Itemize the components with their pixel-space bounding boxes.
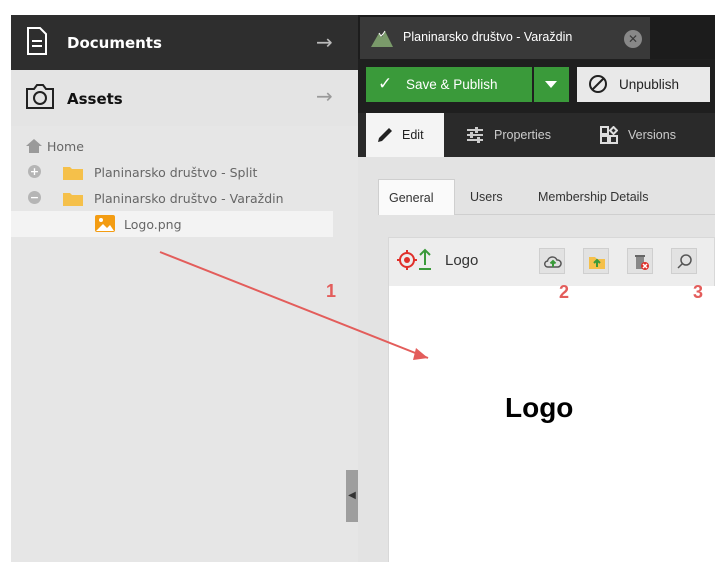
tree-item-logo[interactable]: Logo.png [11, 211, 333, 237]
pencil-icon [378, 128, 392, 142]
left-panel: Documents → Assets → Home + Planinarsko … [11, 15, 358, 562]
upload-folder-button[interactable] [583, 248, 609, 274]
tab-versions[interactable]: Versions [588, 113, 715, 157]
field-title: Logo [445, 252, 479, 269]
forbidden-icon [589, 75, 607, 93]
annotation-3: 3 [693, 282, 704, 302]
delete-button[interactable] [627, 248, 653, 274]
trash-icon [635, 255, 649, 270]
image-field-header: Logo [389, 238, 715, 284]
asset-tree: Home + Planinarsko društvo - Split − Pla… [11, 133, 333, 237]
tab-users[interactable]: Users [460, 179, 520, 215]
tab-varazdin[interactable]: Planinarsko društvo - Varaždin ✕ [360, 17, 650, 59]
collapse-panel-handle[interactable]: ◀ [346, 470, 358, 522]
search-button[interactable] [671, 248, 697, 274]
cloud-upload-icon [544, 256, 562, 268]
tree-item-label: Logo.png [124, 217, 182, 232]
folder-upload-icon [589, 257, 605, 269]
editor-panel: Planinarsko društvo - Varaždin ✕ ✓ Save … [358, 15, 715, 562]
app-window: Documents → Assets → Home + Planinarsko … [11, 15, 715, 562]
tab-label: Membership Details [538, 190, 649, 204]
check-icon: ✓ [378, 74, 393, 94]
home-icon [26, 139, 42, 153]
target-icon[interactable] [397, 250, 417, 270]
versions-icon [600, 126, 618, 144]
tree-item-label: Planinarsko društvo - Varaždin [94, 191, 284, 206]
editor-tabbar: Planinarsko društvo - Varaždin ✕ [358, 15, 715, 59]
unpublish-label: Unpublish [619, 77, 680, 92]
save-publish-button[interactable]: ✓ Save & Publish [366, 67, 532, 102]
assets-label: Assets [67, 90, 123, 108]
document-icon [27, 27, 47, 55]
tab-general[interactable]: General [378, 179, 455, 215]
tab-properties[interactable]: Properties [454, 113, 578, 157]
image-icon [95, 215, 115, 232]
tab-label: Users [470, 190, 503, 204]
tab-label: General [389, 191, 434, 205]
arrow-up-icon[interactable] [417, 248, 433, 270]
preview-logo-text: Logo [505, 392, 574, 423]
tree-item-label: Planinarsko društvo - Split [94, 165, 258, 180]
image-field: Logo Logo [388, 237, 715, 562]
sliders-icon [467, 127, 483, 143]
camera-icon [26, 84, 54, 109]
tree-item-split[interactable]: + Planinarsko društvo - Split [11, 159, 333, 185]
editor-content: General Users Membership Details Logo Lo… [358, 157, 715, 562]
documents-label: Documents [67, 34, 162, 52]
assets-nav[interactable]: Assets → [11, 70, 358, 126]
tree-item-home[interactable]: Home [11, 133, 333, 159]
save-options-dropdown[interactable] [534, 67, 569, 102]
tab-label: Properties [494, 128, 551, 142]
caret-down-icon [545, 81, 557, 88]
upload-button[interactable] [539, 248, 565, 274]
image-preview[interactable]: Logo [389, 286, 715, 562]
editor-subtabs: Edit Properties Versions [358, 113, 715, 157]
tab-label: Edit [402, 128, 424, 142]
folder-icon [63, 193, 83, 206]
unpublish-button[interactable]: Unpublish [577, 67, 710, 102]
close-icon[interactable]: ✕ [624, 30, 642, 48]
search-icon [677, 254, 692, 269]
tab-membership-details[interactable]: Membership Details [528, 179, 715, 215]
arrow-right-icon[interactable]: → [316, 30, 333, 54]
annotation-2: 2 [559, 282, 570, 302]
tab-title: Planinarsko društvo - Varaždin [403, 30, 573, 44]
tree-item-varazdin[interactable]: − Planinarsko društvo - Varaždin [11, 185, 333, 211]
mountain-logo-icon [371, 30, 393, 47]
editor-toolbar: ✓ Save & Publish Unpublish [358, 59, 715, 113]
collapse-icon[interactable]: − [28, 191, 41, 204]
save-publish-label: Save & Publish [406, 77, 498, 92]
folder-icon [63, 167, 83, 180]
tab-edit[interactable]: Edit [366, 113, 444, 157]
documents-nav[interactable]: Documents → [11, 15, 358, 70]
object-tabs: General Users Membership Details [378, 179, 715, 215]
expand-icon[interactable]: + [28, 165, 41, 178]
tree-item-label: Home [47, 139, 84, 154]
tab-label: Versions [628, 128, 676, 142]
arrow-right-icon[interactable]: → [316, 84, 333, 108]
annotation-1: 1 [326, 281, 337, 301]
